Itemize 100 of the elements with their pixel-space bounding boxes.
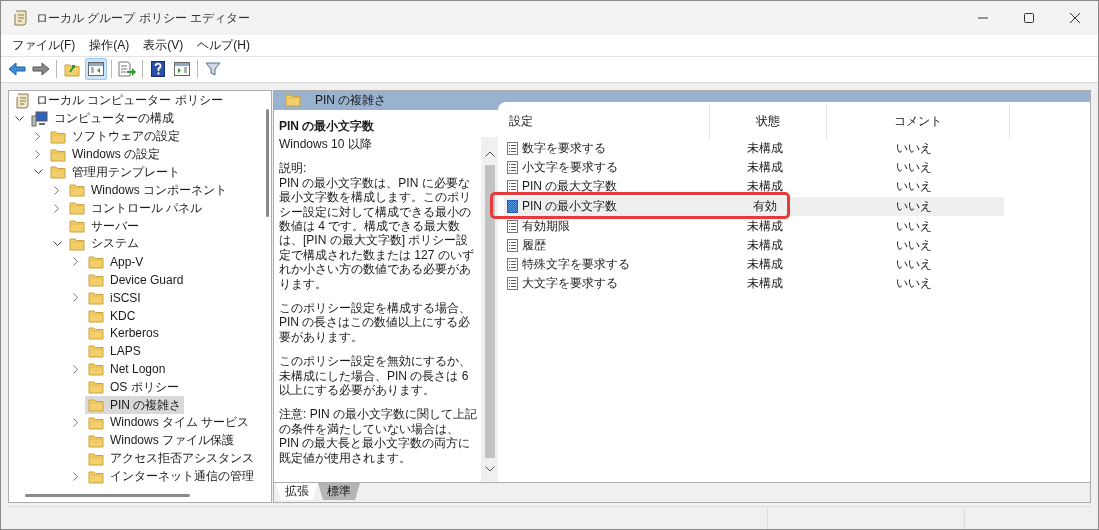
scrollbar-thumb[interactable] <box>25 493 190 497</box>
folder-icon <box>88 451 104 466</box>
tab[interactable]: 拡張 <box>276 483 318 501</box>
setting-row[interactable]: 履歴 未構成 いいえ <box>504 235 1004 255</box>
chevron-right-icon[interactable] <box>73 293 79 303</box>
tree-item[interactable]: 管理用テンプレート <box>47 163 183 182</box>
menu-item[interactable]: ヘルプ(H) <box>190 36 257 54</box>
tree-item[interactable]: インターネット通信の管理 <box>85 467 257 486</box>
chevron-down-icon[interactable] <box>52 240 62 247</box>
tree-item[interactable]: Device Guard <box>85 270 187 289</box>
tree-item[interactable]: システム <box>66 235 142 253</box>
table-cell: 数字を要求する <box>522 139 606 157</box>
folder-icon <box>88 398 104 412</box>
setting-row[interactable]: PIN の最小文字数 有効 いいえ <box>504 196 1004 216</box>
tree-item[interactable]: OS ポリシー <box>85 378 182 397</box>
tree-item[interactable]: PIN の複雑さ <box>85 396 185 414</box>
show-tree-button[interactable] <box>85 58 107 81</box>
setting-row[interactable]: 小文字を要求する 未構成 いいえ <box>504 157 1004 177</box>
table-cell-text: いいえ <box>894 274 933 292</box>
close-icon[interactable] <box>1070 13 1080 23</box>
folder-icon <box>88 254 104 269</box>
folder-icon <box>50 147 66 162</box>
description-text: このポリシー設定を構成する場合、PIN の長さはこの数値以上にする必要があります。 <box>279 300 472 345</box>
description-text: Windows 10 以降 <box>279 136 373 152</box>
table-cell: PIN の最小文字数 <box>522 197 618 215</box>
scroll-up-icon[interactable] <box>484 150 495 157</box>
table-cell: 小文字を要求する <box>522 158 618 176</box>
chevron-right-icon[interactable] <box>73 364 79 374</box>
chevron-right-icon[interactable] <box>73 418 79 428</box>
setting-row[interactable]: 大文字を要求する 未構成 いいえ <box>504 273 1004 293</box>
table-cell: 特殊文字を要求する <box>522 255 630 273</box>
tree-item[interactable]: Windows ファイル保護 <box>85 431 237 450</box>
window-title: ローカル グループ ポリシー エディター <box>36 9 250 27</box>
tree-item[interactable]: アクセス拒否アシスタンス <box>85 449 257 468</box>
chevron-down-icon[interactable] <box>14 115 24 122</box>
menu-item[interactable]: 表示(V) <box>136 36 191 54</box>
folder-icon <box>69 237 85 251</box>
chevron-right-icon[interactable] <box>73 472 79 482</box>
chevron-right-icon[interactable] <box>35 132 41 142</box>
description-text: PIN の最小文字数は、PIN に必要な最小文字数を構成します。このポリシー設定に対して構成できる最小の数値は 4 です。構成できる最大数は、[PIN の最大文字数] ポリシー設定で構成された数または 127 のいずれか小さい方の数値である必要があります。 <box>279 175 475 291</box>
chevron-right-icon[interactable] <box>54 203 60 213</box>
folder-icon <box>88 415 104 430</box>
folder-icon <box>50 165 66 180</box>
tree-item[interactable]: LAPS <box>85 342 144 361</box>
table-cell-text: 未構成 <box>746 158 785 176</box>
tree-item[interactable]: iSCSI <box>85 288 144 307</box>
tree-item[interactable]: Windows コンポーネント <box>66 181 230 200</box>
table-cell: 大文字を要求する <box>522 274 618 292</box>
pane-title: PIN の複雑さ <box>315 91 387 109</box>
folder-icon <box>50 129 66 144</box>
folder-icon <box>69 201 85 216</box>
tree-item[interactable]: ソフトウェアの設定 <box>47 127 183 146</box>
column-header[interactable]: 設定 <box>504 103 710 139</box>
menu-item[interactable]: 操作(A) <box>82 36 137 54</box>
tree-item[interactable]: KDC <box>85 306 139 325</box>
setting-row[interactable]: 特殊文字を要求する 未構成 いいえ <box>504 254 1004 274</box>
scrollbar[interactable] <box>481 136 498 483</box>
tree-item[interactable]: Windows タイム サービス <box>85 413 253 432</box>
table-cell-text: いいえ <box>894 139 933 157</box>
column-header[interactable]: コメント <box>827 103 1010 139</box>
computer-icon <box>31 110 48 127</box>
table-cell-text: 未構成 <box>746 236 785 254</box>
tab[interactable]: 標準 <box>318 483 360 501</box>
folder-icon <box>88 362 104 377</box>
menu-item[interactable]: ファイル(F) <box>5 36 83 54</box>
folder-icon <box>69 183 85 198</box>
tree-item[interactable]: ローカル コンピューター ポリシー <box>12 91 226 110</box>
app-icon <box>13 10 28 26</box>
table-cell-text: いいえ <box>894 197 933 215</box>
scrollbar-thumb[interactable] <box>484 164 495 459</box>
chevron-right-icon[interactable] <box>35 150 41 159</box>
setting-row[interactable]: 数字を要求する 未構成 いいえ <box>504 138 1004 158</box>
table-cell-text: いいえ <box>894 158 933 176</box>
maximize-icon[interactable] <box>1024 13 1034 23</box>
table-cell-text: 未構成 <box>746 274 785 292</box>
setting-row[interactable]: 有効期限 未構成 いいえ <box>504 216 1004 236</box>
tree-item[interactable]: コントロール パネル <box>66 199 206 218</box>
chevron-right-icon[interactable] <box>54 185 60 195</box>
column-header[interactable]: 状態 <box>710 103 827 139</box>
folder-icon <box>285 93 301 108</box>
tree-item[interactable]: サーバー <box>66 217 142 236</box>
chevron-right-icon[interactable] <box>73 257 79 267</box>
table-cell-text: いいえ <box>894 217 933 235</box>
tree-item[interactable]: Windows の設定 <box>47 145 163 164</box>
folder-icon <box>88 433 104 448</box>
tree-item[interactable]: Net Logon <box>85 360 169 379</box>
chevron-down-icon[interactable] <box>33 169 43 176</box>
tree-item[interactable]: App-V <box>85 252 147 271</box>
description-text: 説明: <box>279 161 308 176</box>
table-cell: 履歴 <box>522 236 546 254</box>
scrollbar-thumb[interactable] <box>266 108 269 217</box>
description-text: 注意: PIN の最小文字数に関して上記の条件を満たしていない場合は、PIN の最大長と最小文字数の両方に既定値が使用されます。 <box>279 407 478 466</box>
tree-item[interactable]: コンピューターの構成 <box>28 109 177 128</box>
table-cell: 有効期限 <box>522 217 570 235</box>
table-cell: PIN の最大文字数 <box>522 177 618 195</box>
setting-row[interactable]: PIN の最大文字数 未構成 いいえ <box>504 176 1004 196</box>
folder-icon <box>88 272 104 287</box>
tree-item[interactable]: Kerberos <box>85 324 162 343</box>
table-cell-text: いいえ <box>894 177 933 195</box>
scroll-down-icon[interactable] <box>484 466 495 473</box>
